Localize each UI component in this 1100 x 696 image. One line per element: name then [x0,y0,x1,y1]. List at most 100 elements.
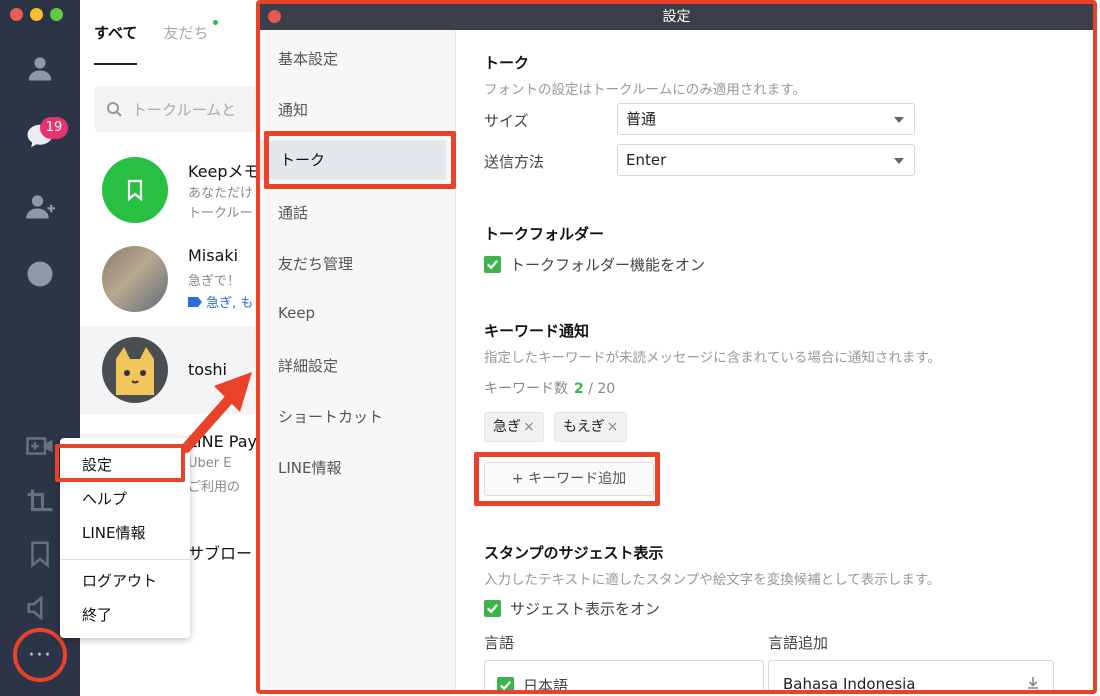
language-option[interactable]: Bahasa Indonesia [783,675,916,690]
search-icon [107,102,122,117]
chat-preview: あなただけ [188,186,254,201]
chat-row-misaki[interactable]: Misaki 急ぎで！ 急ぎ, も [80,236,260,324]
download-icon[interactable] [1025,675,1041,691]
close-window-icon[interactable] [10,8,23,21]
chat-tag-text: 急ぎ, も [206,296,254,311]
size-value: 普通 [626,110,657,128]
search-placeholder: トークルームと [132,100,237,119]
send-method-select[interactable]: Enter [617,144,915,176]
remove-keyword-icon[interactable]: × [523,419,535,435]
keep-avatar [102,157,168,223]
folder-check-label: トークフォルダー機能をオン [510,256,706,274]
highlight-box-add-keyword [474,452,660,506]
menu-divider [60,559,190,560]
nav-shortcuts[interactable]: ショートカット [278,406,383,427]
chat-tabs: すべて 友だち [94,20,219,65]
size-label: サイズ [484,112,529,130]
nav-basic[interactable]: 基本設定 [278,48,338,69]
chat-preview: Uber E [188,456,232,471]
add-language-label: 言語追加 [768,634,829,652]
chevron-down-icon [894,117,904,123]
keyword-chip-text: もえぎ [563,419,605,435]
minimize-window-icon[interactable] [30,8,43,21]
folder-checkbox[interactable]: トークフォルダー機能をオン [484,254,705,275]
checkbox-checked-icon [484,600,501,617]
tag-icon [188,297,202,307]
unread-badge: 19 [40,117,68,139]
zoom-window-icon[interactable] [50,8,63,21]
sticker-description: 入力したテキストに適したスタンプや絵文字を変換候補として表示します。 [484,572,941,588]
language-add-list: Bahasa Indonesia [768,660,1054,691]
nav-friends[interactable]: 友だち管理 [278,253,353,274]
chat-row-toshi[interactable]: toshi [80,326,260,414]
chat-row-keep[interactable]: Keepメモ あなただけ トークルー [80,146,260,234]
settings-nav: 基本設定 通知 トーク 通話 友だち管理 Keep 詳細設定 ショートカット L… [260,30,456,690]
sticker-heading: スタンプのサジェスト表示 [484,544,664,562]
more-menu-button[interactable]: ··· [13,628,67,682]
window-controls [10,8,63,21]
chat-name: toshi [188,360,227,379]
nav-advanced[interactable]: 詳細設定 [278,355,338,376]
bookmark-icon [127,179,143,202]
chat-name: サブロー [188,544,253,563]
language-japanese-label: 日本語 [523,677,569,694]
close-icon[interactable] [268,10,281,23]
new-dot-icon [213,20,219,25]
video-call-icon[interactable] [22,428,58,464]
toshi-avatar [102,337,168,403]
chat-preview: トークルー [188,206,253,221]
checkbox-checked-icon [497,677,514,690]
friends-icon[interactable] [22,50,58,86]
language-japanese-checkbox[interactable]: 日本語 [497,675,569,694]
chat-preview: ご利用の [188,480,241,495]
chat-keyword-tag: 急ぎ, も [188,292,253,311]
nav-notifications[interactable]: 通知 [278,99,308,120]
talk-heading: トーク [484,54,530,72]
checkbox-checked-icon [484,256,501,273]
keyword-count: キーワード数 2 / 20 [484,378,615,398]
timeline-clock-icon[interactable] [22,256,58,292]
keyword-heading: キーワード通知 [484,322,590,340]
menu-item-logout[interactable]: ログアウト [82,570,157,591]
settings-title: 設定 [662,9,691,25]
remove-keyword-icon[interactable]: × [607,419,619,435]
chat-name: Misaki [188,246,239,265]
keyword-chip: もえぎ × [554,412,628,442]
keyword-description: 指定したキーワードが未読メッセージに含まれている場合に通知されます。 [484,350,941,366]
size-select[interactable]: 普通 [617,103,915,135]
suggest-check-label: サジェスト表示をオン [510,600,661,618]
tab-all[interactable]: すべて [94,22,138,65]
settings-content: トーク フォントの設定はトークルームにのみ適用されます。 サイズ 普通 送信方法… [456,30,1093,694]
search-input[interactable]: トークルームと [94,86,274,132]
keyword-count-current: 2 [574,381,584,397]
add-friend-icon[interactable] [22,188,58,224]
settings-window: 設定 基本設定 通知 トーク 通話 友だち管理 Keep 詳細設定 ショートカッ… [256,0,1097,694]
send-method-label: 送信方法 [484,153,545,171]
keyword-count-label: キーワード数 [484,381,568,397]
keep-bookmark-icon[interactable] [22,536,58,572]
highlight-box-settings [55,444,185,482]
keyword-chip-text: 急ぎ [493,419,521,435]
suggest-checkbox[interactable]: サジェスト表示をオン [484,598,660,619]
menu-item-line-info[interactable]: LINE情報 [82,522,145,543]
menu-item-help[interactable]: ヘルプ [82,488,127,509]
highlight-box-talk [264,131,456,189]
keyword-chip: 急ぎ × [484,412,544,442]
nav-line-info[interactable]: LINE情報 [278,457,341,478]
send-method-value: Enter [626,151,667,169]
nav-calls[interactable]: 通話 [278,202,308,223]
keyword-count-max: / 20 [588,381,616,397]
chat-name: LINE Pay [188,432,257,451]
language-label: 言語 [484,634,515,652]
talk-description: フォントの設定はトークルームにのみ適用されます。 [484,82,806,98]
menu-item-quit[interactable]: 終了 [82,604,112,625]
speaker-icon[interactable] [22,590,58,626]
nav-keep[interactable]: Keep [278,304,315,322]
settings-titlebar: 設定 [260,4,1093,30]
crop-icon[interactable] [22,484,58,520]
language-list: 日本語 [484,660,764,694]
cat-avatar-icon [116,347,154,395]
tab-friends-label: 友だち [163,24,209,42]
tab-friends[interactable]: 友だち [163,20,219,65]
chevron-down-icon [894,158,904,164]
